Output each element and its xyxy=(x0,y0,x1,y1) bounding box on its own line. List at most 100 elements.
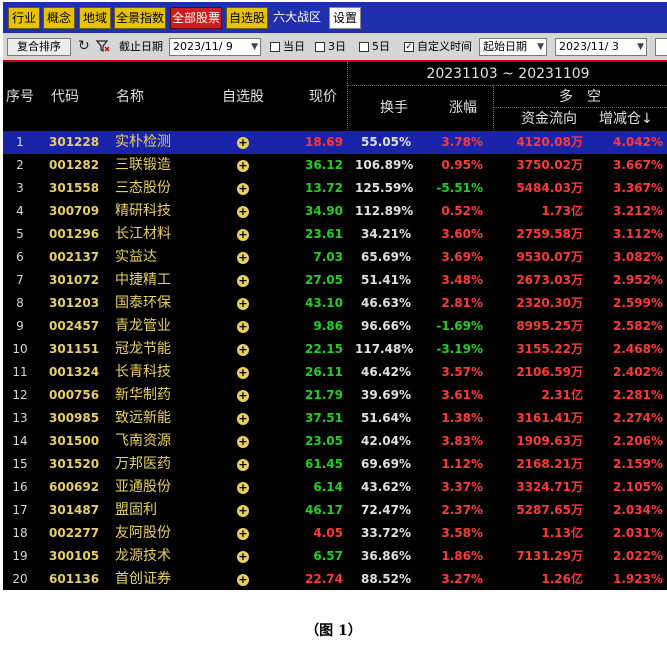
today-checkbox[interactable] xyxy=(270,42,280,52)
table-row[interactable]: 9 002457 青龙管业 + 9.86 96.66% -1.69% 8995.… xyxy=(3,315,667,338)
row-index: 16 xyxy=(12,480,28,494)
price-change: 1.12% xyxy=(441,457,483,471)
col-header-price[interactable]: 现价 xyxy=(309,88,337,106)
position-change: 2.402% xyxy=(613,365,663,379)
current-price: 34.90 xyxy=(305,204,343,218)
current-price: 21.79 xyxy=(305,388,343,402)
add-to-watchlist-icon[interactable]: + xyxy=(235,365,251,380)
capital-flow: 5287.65万 xyxy=(516,503,583,517)
col-header-turnover[interactable]: 换手 xyxy=(380,99,408,117)
price-change: 0.52% xyxy=(441,204,483,218)
end-date-picker[interactable]: 2023/11/ 9 ▼ xyxy=(169,38,261,56)
current-price: 23.05 xyxy=(305,434,343,448)
table-row[interactable]: 16 600692 亚通股份 + 6.14 43.62% 3.37% 3324.… xyxy=(3,476,667,499)
add-to-watchlist-icon[interactable]: + xyxy=(235,480,251,495)
table-row[interactable]: 18 002277 友阿股份 + 4.05 33.72% 3.58% 1.13亿… xyxy=(3,522,667,545)
add-to-watchlist-icon[interactable]: + xyxy=(235,457,251,472)
table-row[interactable]: 8 301203 国泰环保 + 43.10 46.63% 2.81% 2320.… xyxy=(3,292,667,315)
table-row[interactable]: 6 002137 实益达 + 7.03 65.69% 3.69% 9530.07… xyxy=(3,246,667,269)
table-row[interactable]: 7 301072 中捷精工 + 27.05 51.41% 3.48% 2673.… xyxy=(3,269,667,292)
table-row[interactable]: 5 001296 长江材料 + 23.61 34.21% 3.60% 2759.… xyxy=(3,223,667,246)
price-change: -3.19% xyxy=(436,342,483,356)
composite-sort-button[interactable]: 复合排序 xyxy=(7,38,71,56)
capital-flow: 2.31亿 xyxy=(541,388,583,402)
capital-flow: 3324.71万 xyxy=(516,480,583,494)
add-to-watchlist-icon[interactable]: + xyxy=(235,572,251,587)
toolbar-overflow-field[interactable] xyxy=(655,38,667,56)
col-header-capital-flow[interactable]: 资金流向 xyxy=(521,110,577,128)
turnover-rate: 117.48% xyxy=(355,342,414,356)
stock-name: 盟固利 xyxy=(115,502,157,518)
add-to-watchlist-icon[interactable]: + xyxy=(235,250,251,265)
current-price: 9.86 xyxy=(313,319,343,333)
table-row[interactable]: 2 001282 三联锻造 + 36.12 106.89% 0.95% 3750… xyxy=(3,154,667,177)
add-to-watchlist-icon[interactable]: + xyxy=(235,319,251,334)
chevron-down-icon: ▼ xyxy=(251,42,258,52)
position-change: 2.022% xyxy=(613,549,663,563)
col-header-change[interactable]: 涨幅 xyxy=(449,99,477,117)
tab-panorama-index[interactable]: 全景指数 xyxy=(114,7,166,29)
custom-time-checkbox[interactable]: ✓ xyxy=(404,42,414,52)
table-row[interactable]: 20 601136 首创证券 + 22.74 88.52% 3.27% 1.26… xyxy=(3,568,667,590)
add-to-watchlist-icon[interactable]: + xyxy=(235,503,251,518)
stock-name: 亚通股份 xyxy=(115,479,171,495)
start-date-picker[interactable]: 2023/11/ 3 ▼ xyxy=(555,38,647,56)
col-header-index[interactable]: 序号 xyxy=(3,88,37,106)
price-change: 3.60% xyxy=(441,227,483,241)
table-row[interactable]: 11 001324 长青科技 + 26.11 46.42% 3.57% 2106… xyxy=(3,361,667,384)
add-to-watchlist-icon[interactable]: + xyxy=(235,342,251,357)
position-change: 2.281% xyxy=(613,388,663,402)
tab-six-zones[interactable]: 六大战区 xyxy=(271,7,323,29)
table-row[interactable]: 13 300985 致远新能 + 37.51 51.64% 1.38% 3161… xyxy=(3,407,667,430)
capital-flow: 3750.02万 xyxy=(516,158,583,172)
add-to-watchlist-icon[interactable]: + xyxy=(235,388,251,403)
stock-code: 301228 xyxy=(49,135,100,149)
table-row[interactable]: 17 301487 盟固利 + 46.17 72.47% 2.37% 5287.… xyxy=(3,499,667,522)
add-to-watchlist-icon[interactable]: + xyxy=(235,549,251,564)
add-to-watchlist-icon[interactable]: + xyxy=(235,296,251,311)
col-header-name[interactable]: 名称 xyxy=(116,88,144,106)
position-change: 3.112% xyxy=(613,227,663,241)
three-day-checkbox[interactable] xyxy=(315,42,325,52)
table-row[interactable]: 14 301500 飞南资源 + 23.05 42.04% 3.83% 1909… xyxy=(3,430,667,453)
filter-clear-icon[interactable] xyxy=(95,37,110,55)
add-to-watchlist-icon[interactable]: + xyxy=(235,434,251,449)
capital-flow: 2673.03万 xyxy=(516,273,583,287)
add-to-watchlist-icon[interactable]: + xyxy=(235,227,251,242)
col-header-watchlist[interactable]: 自选股 xyxy=(222,88,264,106)
position-change: 3.367% xyxy=(613,181,663,195)
table-row[interactable]: 15 301520 万邦医药 + 61.45 69.69% 1.12% 2168… xyxy=(3,453,667,476)
tab-region[interactable]: 地域 xyxy=(79,7,111,29)
add-to-watchlist-icon[interactable]: + xyxy=(235,526,251,541)
five-day-checkbox[interactable] xyxy=(359,42,369,52)
add-to-watchlist-icon[interactable]: + xyxy=(235,411,251,426)
tab-industry[interactable]: 行业 xyxy=(8,7,40,29)
current-price: 6.57 xyxy=(313,549,343,563)
row-index: 4 xyxy=(16,204,24,218)
tab-settings[interactable]: 设置 xyxy=(329,7,361,29)
price-change: 3.48% xyxy=(441,273,483,287)
add-to-watchlist-icon[interactable]: + xyxy=(235,158,251,173)
table-row[interactable]: 12 000756 新华制药 + 21.79 39.69% 3.61% 2.31… xyxy=(3,384,667,407)
col-header-code[interactable]: 代码 xyxy=(51,88,79,106)
stock-name: 万邦医药 xyxy=(115,456,171,472)
table-row[interactable]: 19 300105 龙源技术 + 6.57 36.86% 1.86% 7131.… xyxy=(3,545,667,568)
add-to-watchlist-icon[interactable]: + xyxy=(235,273,251,288)
figure-caption: （图 1） xyxy=(305,623,362,639)
table-row[interactable]: 3 301558 三态股份 + 13.72 125.59% -5.51% 548… xyxy=(3,177,667,200)
start-date-mode-select[interactable]: 起始日期 ▼ xyxy=(479,38,547,56)
add-to-watchlist-icon[interactable]: + xyxy=(235,204,251,219)
col-header-position-change[interactable]: 增减仓↓ xyxy=(599,110,653,128)
position-change: 1.923% xyxy=(613,572,663,586)
refresh-icon[interactable]: ↻ xyxy=(78,37,90,55)
tab-all-stocks[interactable]: 全部股票 xyxy=(170,7,222,29)
position-change: 2.274% xyxy=(613,411,663,425)
tab-watchlist[interactable]: 自选股 xyxy=(226,7,268,29)
table-row[interactable]: 10 301151 冠龙节能 + 22.15 117.48% -3.19% 31… xyxy=(3,338,667,361)
table-row[interactable]: 4 300709 精研科技 + 34.90 112.89% 0.52% 1.73… xyxy=(3,200,667,223)
tab-concept[interactable]: 概念 xyxy=(43,7,75,29)
table-row[interactable]: 1 301228 实朴检测 + 18.69 55.05% 3.78% 4120.… xyxy=(3,131,667,154)
add-to-watchlist-icon[interactable]: + xyxy=(235,181,251,196)
add-to-watchlist-icon[interactable]: + xyxy=(235,135,251,150)
stock-code: 300105 xyxy=(49,549,100,563)
